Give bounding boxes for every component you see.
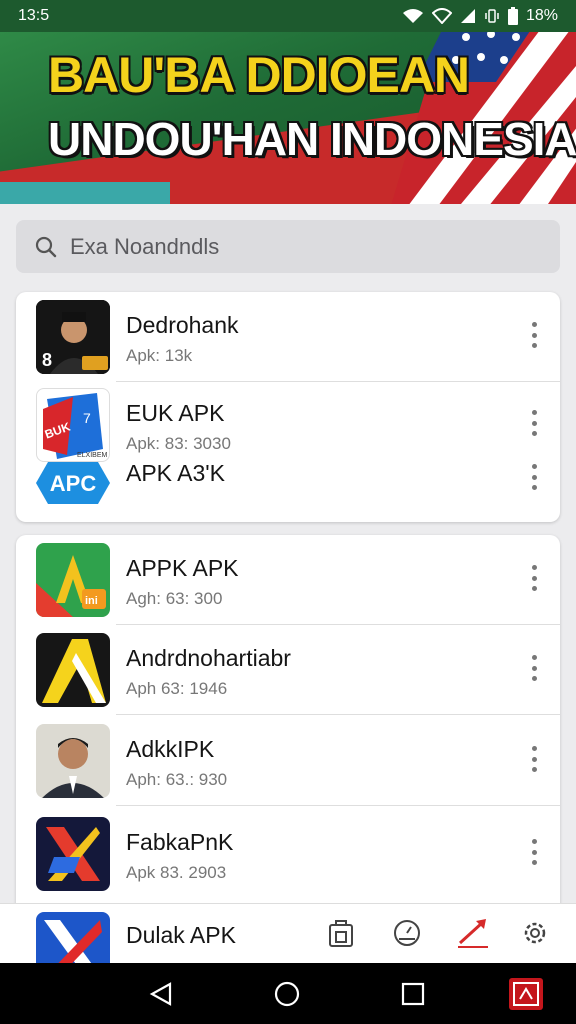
more-options-icon[interactable] [522,320,546,350]
settings-icon[interactable] [518,916,552,950]
more-options-icon[interactable] [522,462,546,492]
banner-title-line1: BAU'BA DDIOEAN [48,47,470,103]
app-row[interactable]: FabkaPnK Apk 83. 2903 [16,811,560,899]
status-bar: 13:5 18% [0,0,576,32]
app-meta: Aph: 63.: 930 [126,770,228,789]
black-yellow-a-icon [36,633,110,707]
app-meta: Apk: 83: 3030 [126,434,231,453]
signal-icon [460,9,475,23]
divider [116,714,560,715]
profile-man-suit-icon [36,724,110,798]
green-a-logo-icon: ini [36,543,110,617]
search-input[interactable] [70,233,510,260]
app-row[interactable]: ini APPK APK Agh: 63: 300 [16,537,560,625]
dashboard-icon[interactable] [390,916,424,950]
hero-banner: BAU'BA DDIOEAN UNDOU'HAN INDONESIA [0,32,576,204]
profile-man-icon: 8 [36,300,110,374]
svg-text:8: 8 [42,350,52,370]
app-meta: Apk: 13k [126,346,193,365]
bottom-app-bar: Dulak APK [0,903,576,964]
app-name: EUK APK [126,400,225,426]
app-meta: Apk 83. 2903 [126,863,227,882]
app-row[interactable]: 8 Dedrohank Apk: 13k [16,294,560,382]
battery-level: 18% [525,7,558,24]
battery-icon [507,7,518,25]
app-group-card-1: 8 Dedrohank Apk: 13k BUK 7 ELXIBEM EUK A… [16,292,560,522]
divider [116,624,560,625]
red-blue-x-icon [36,912,110,964]
status-icons: 18% [402,7,558,25]
svg-text:ini: ini [85,595,98,607]
wifi-icon [402,9,423,23]
banner-title-line2: UNDOU'HAN INDONESIA [48,113,576,165]
home-icon[interactable] [272,979,302,1009]
search-icon [35,236,57,257]
apc-logo-icon: APC [36,458,110,508]
wifi-alt-icon [431,8,452,24]
peek-app-row[interactable]: Dulak APK [16,904,316,964]
more-options-icon[interactable] [522,744,546,774]
more-options-icon[interactable] [522,653,546,683]
app-row[interactable]: APC APK A3'K [16,456,560,520]
app-name: Dulak APK [126,922,236,948]
more-options-icon[interactable] [522,563,546,593]
app-name: APK A3'K [126,460,226,486]
app-meta: Aph 63: 1946 [126,679,228,698]
app-group-card-2: ini APPK APK Agh: 63: 300 Andrdnohartiab… [16,535,560,915]
svg-text:7: 7 [83,410,91,426]
screen-recorder-icon[interactable] [508,977,544,1011]
back-icon[interactable] [146,979,176,1009]
divider [116,805,560,806]
app-name: Dedrohank [126,312,239,338]
system-nav-bar [0,963,576,1024]
app-name: FabkaPnK [126,829,234,855]
status-time: 13:5 [18,7,50,24]
app-name: Andrdnohartiabr [126,645,291,671]
app-name: AdkkIPK [126,736,215,762]
banner-teal-stripe [0,182,170,204]
app-meta: Agh: 63: 300 [126,589,223,608]
more-options-icon[interactable] [522,837,546,867]
blue-red-logo-icon: BUK 7 ELXIBEM [36,388,110,462]
recents-icon[interactable] [398,979,428,1009]
app-row[interactable]: Andrdnohartiabr Aph 63: 1946 [16,627,560,715]
store-icon[interactable] [324,916,358,950]
svg-text:APC: APC [50,471,97,496]
app-row[interactable]: AdkkIPK Aph: 63.: 930 [16,718,560,806]
share-icon[interactable] [456,916,490,950]
app-name: APPK APK [126,555,239,581]
more-options-icon[interactable] [522,408,546,438]
blue-x-logo-icon [36,817,110,891]
vibrate-icon [485,9,499,23]
search-bar[interactable] [16,220,560,273]
